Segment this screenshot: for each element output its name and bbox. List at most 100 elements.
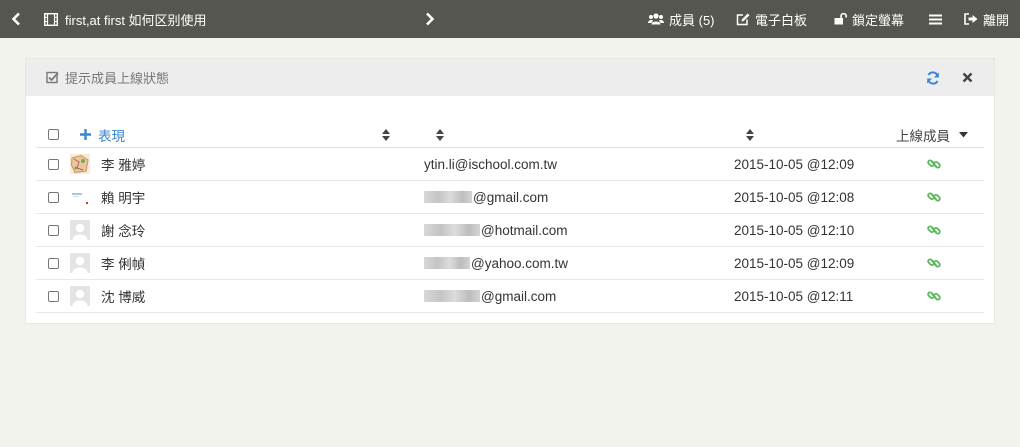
members-label: 成員 (5) [669, 12, 715, 28]
leave-label: 離開 [983, 12, 1010, 28]
table-row: 賴 明宇 @gmail.com 2015-10-05 @12:08 [36, 181, 984, 214]
row-checkbox[interactable] [48, 257, 59, 269]
sort-icon [746, 128, 754, 141]
row-checkbox[interactable] [48, 224, 59, 236]
avatar-cell [70, 214, 90, 246]
sort-icon [436, 128, 444, 141]
link-icon [927, 225, 941, 235]
panel-header: 提示成員上線狀態 [26, 59, 994, 96]
member-name: 沈 博威 [101, 290, 146, 305]
table-row: 李 俐幀 @yahoo.com.tw 2015-10-05 @12:09 [36, 247, 984, 280]
table-row: 沈 博威 @gmail.com 2015-10-05 @12:11 [36, 280, 984, 313]
edit-icon [736, 13, 750, 25]
avatar [70, 253, 90, 273]
table-row: 謝 念玲 @hotmail.com 2015-10-05 @12:10 [36, 214, 984, 247]
close-icon[interactable] [962, 72, 973, 83]
avatar [70, 286, 90, 306]
members-button[interactable]: 成員 (5) [648, 0, 715, 38]
row-select-cell [48, 280, 59, 312]
add-column-label: 表現 [98, 128, 125, 144]
avatar [70, 154, 90, 174]
lock-label: 鎖定螢幕 [852, 12, 905, 28]
panel-title: 提示成員上線狀態 [46, 59, 169, 96]
member-name: 李 俐幀 [101, 257, 146, 272]
row-select-cell [48, 247, 59, 279]
row-checkbox[interactable] [48, 290, 59, 302]
online-status [927, 280, 941, 312]
online-status [927, 148, 941, 180]
member-email: @yahoo.com.tw [471, 255, 568, 271]
forward-button[interactable] [424, 0, 436, 38]
member-email-cell: @gmail.com [424, 280, 556, 312]
member-timestamp: 2015-10-05 @12:09 [734, 156, 855, 172]
menu-button[interactable] [929, 0, 942, 38]
link-icon [927, 258, 941, 268]
member-timestamp: 2015-10-05 @12:10 [734, 222, 855, 238]
bars-icon [929, 14, 942, 24]
refresh-icon[interactable] [926, 71, 940, 85]
title-text: first,at first 如何区别使用 [65, 12, 207, 28]
panel-title-text: 提示成員上線狀態 [65, 71, 170, 86]
leave-button[interactable]: 離開 [964, 0, 1009, 38]
add-column-button[interactable]: 表現 [80, 122, 125, 147]
member-email-cell: @hotmail.com [424, 214, 567, 246]
users-icon [648, 13, 664, 25]
whiteboard-button[interactable]: 電子白板 [736, 0, 807, 38]
row-checkbox[interactable] [48, 158, 59, 170]
check-square-icon [46, 71, 59, 84]
member-name: 謝 念玲 [101, 224, 146, 239]
sort-email-button[interactable] [436, 122, 444, 147]
member-email: ytin.li@ischool.com.tw [424, 156, 557, 172]
redacted-email-user [424, 224, 480, 236]
row-select-cell [48, 181, 59, 213]
member-timestamp: 2015-10-05 @12:08 [734, 189, 855, 205]
sort-time-button[interactable] [746, 122, 754, 147]
avatar-cell [70, 181, 90, 213]
sign-out-icon [964, 13, 978, 25]
select-all-checkbox[interactable] [48, 129, 59, 140]
sort-icon [382, 128, 390, 141]
member-email-cell: @yahoo.com.tw [424, 247, 568, 279]
row-select-cell [48, 214, 59, 246]
lock-screen-button[interactable]: 鎖定螢幕 [834, 0, 904, 38]
online-status [927, 181, 941, 213]
redacted-email-user [424, 290, 480, 302]
member-email: @gmail.com [473, 189, 549, 205]
member-email-cell: @gmail.com [424, 181, 548, 213]
member-email: @hotmail.com [481, 222, 568, 238]
table-row: 李 雅婷 ytin.li@ischool.com.tw 2015-10-05 @… [36, 148, 984, 181]
member-timestamp: 2015-10-05 @12:09 [734, 255, 855, 271]
avatar-cell [70, 280, 90, 312]
conversation-title: first,at first 如何区别使用 [44, 0, 207, 38]
chevron-left-icon [11, 12, 20, 26]
member-name: 賴 明宇 [101, 191, 146, 206]
avatar-cell [70, 247, 90, 279]
table-header: 表現 上線成員 [36, 122, 984, 148]
unlock-icon [834, 13, 847, 25]
avatar [70, 187, 90, 207]
film-icon [44, 12, 58, 26]
online-status [927, 247, 941, 279]
back-button[interactable] [10, 0, 22, 38]
link-icon [927, 291, 941, 301]
online-filter-label: 上線成員 [896, 128, 950, 144]
sort-name-button[interactable] [382, 122, 390, 147]
link-icon [927, 192, 941, 202]
avatar [70, 220, 90, 240]
top-bar: first,at first 如何区别使用 成員 (5) 電子白板 鎖定螢幕 離… [0, 0, 1020, 38]
whiteboard-label: 電子白板 [755, 12, 808, 28]
select-all-cell [48, 122, 59, 147]
member-timestamp: 2015-10-05 @12:11 [734, 288, 854, 304]
avatar-cell [70, 148, 90, 180]
online-status [927, 214, 941, 246]
chevron-right-icon [426, 12, 435, 26]
link-icon [927, 159, 941, 169]
member-status-panel: 提示成員上線狀態 表現 上線成員 李 雅婷 ytin.li@ischool.co… [25, 58, 995, 324]
row-checkbox[interactable] [48, 191, 59, 203]
plus-icon [80, 129, 91, 140]
redacted-email-user [424, 191, 472, 203]
member-name: 李 雅婷 [101, 158, 146, 173]
caret-down-icon [959, 131, 968, 137]
online-filter-dropdown[interactable]: 上線成員 [896, 122, 968, 147]
row-select-cell [48, 148, 59, 180]
